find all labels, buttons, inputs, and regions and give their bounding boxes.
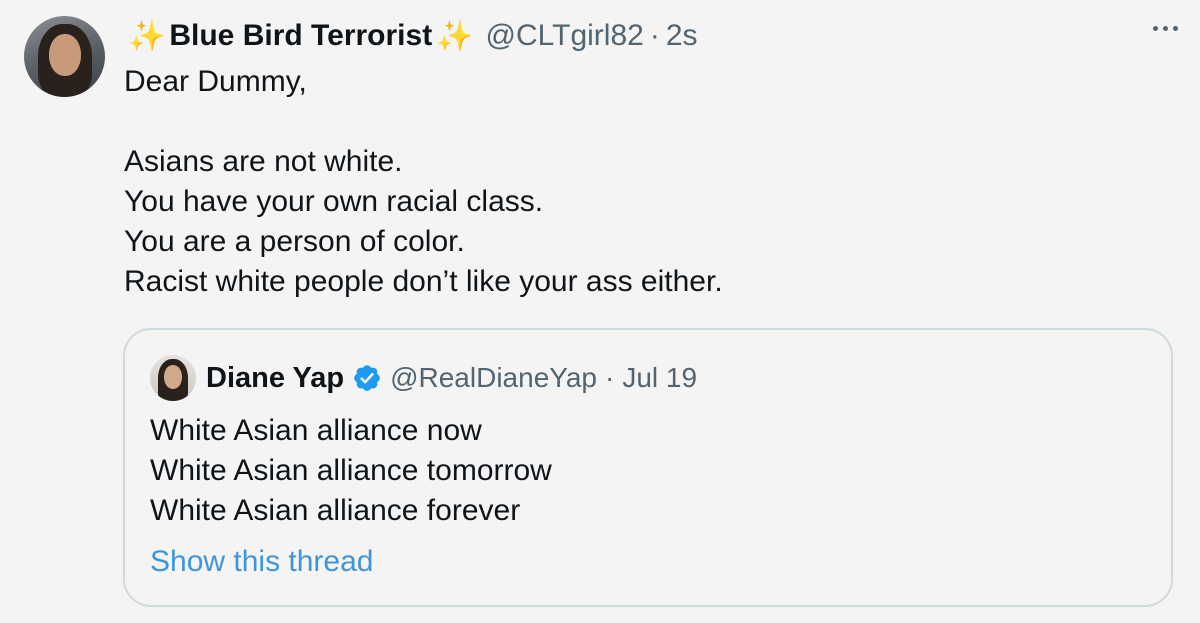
- tweet-text-line: Asians are not white.: [124, 145, 403, 178]
- tweet-text-line: You have your own racial class.: [124, 185, 544, 218]
- tweet-text-line: [124, 102, 1164, 142]
- quoted-tweet-card[interactable]: Diane Yap @RealDianeYap · Jul 19 White A…: [123, 328, 1173, 607]
- quoted-author-display-name: Diane Yap: [206, 361, 345, 394]
- quoted-tweet-timestamp: Jul 19: [622, 362, 698, 393]
- tweet: ✨ Blue Bird Terrorist ✨ @CLTgirl82 · 2s …: [0, 0, 1200, 623]
- separator-dot: ·: [605, 362, 615, 393]
- tweet-text: Dear Dummy, Asians are not white. You ha…: [124, 62, 1164, 302]
- avatar-face: [49, 34, 81, 76]
- quoted-author-handle: @RealDianeYap: [390, 362, 598, 393]
- tweet-text-line: You are a person of color.: [124, 225, 465, 258]
- author-display-name[interactable]: Blue Bird Terrorist: [169, 19, 432, 53]
- quoted-tweet-text: White Asian alliance now White Asian all…: [150, 411, 1150, 531]
- quoted-text-line: White Asian alliance forever: [150, 494, 521, 527]
- quoted-tweet-header: Diane Yap @RealDianeYap · Jul 19: [150, 354, 697, 402]
- tweet-text-line: Dear Dummy,: [124, 65, 307, 98]
- tweet-timestamp[interactable]: 2s: [666, 19, 698, 53]
- show-thread-link[interactable]: Show this thread: [150, 542, 373, 582]
- more-dot: [1173, 26, 1178, 31]
- sparkle-icon: ✨: [128, 19, 166, 53]
- quoted-author-avatar: [150, 355, 196, 401]
- more-dot: [1163, 26, 1168, 31]
- tweet-header: ✨ Blue Bird Terrorist ✨ @CLTgirl82 · 2s: [124, 14, 698, 58]
- avatar-face: [164, 365, 182, 389]
- more-options-icon[interactable]: [1153, 26, 1178, 31]
- quoted-text-line: White Asian alliance tomorrow: [150, 454, 552, 487]
- more-dot: [1153, 26, 1158, 31]
- separator-dot: ·: [649, 19, 660, 52]
- author-handle[interactable]: @CLTgirl82: [486, 19, 644, 53]
- tweet-text-line: Racist white people don’t like your ass …: [124, 265, 723, 298]
- quoted-text-line: White Asian alliance now: [150, 414, 482, 447]
- sparkle-icon: ✨: [436, 19, 474, 53]
- author-avatar[interactable]: [24, 16, 105, 97]
- verified-badge-icon: [352, 363, 382, 393]
